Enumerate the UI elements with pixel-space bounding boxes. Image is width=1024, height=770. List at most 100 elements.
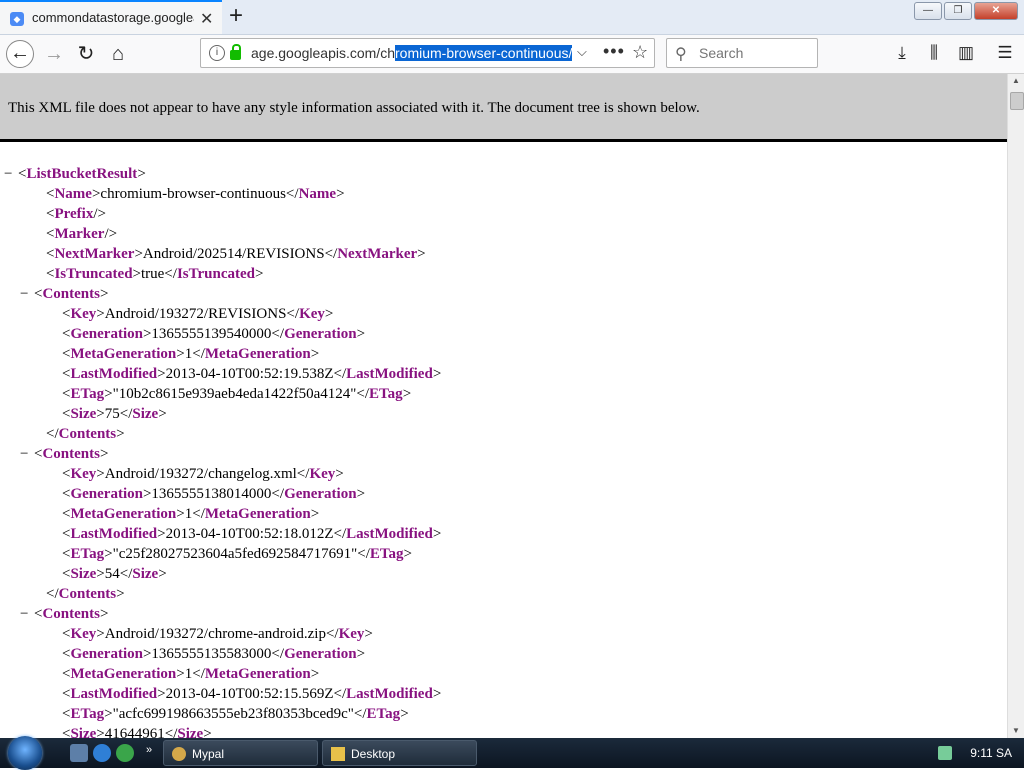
xml-tag-name: ETag [366, 706, 401, 722]
show-desktop-icon[interactable] [70, 744, 88, 762]
xml-tag-name: Name [54, 186, 92, 202]
globe-icon: ◆ [10, 12, 24, 26]
minimize-button[interactable]: — [914, 2, 942, 20]
xml-line: <ETag>"c25f28027523604a5fed692584717691"… [62, 544, 412, 564]
scrollbar-thumb[interactable] [1010, 92, 1024, 110]
xml-tag-name: Generation [284, 326, 357, 342]
xml-line: <Marker/> [46, 224, 117, 244]
xml-tag-name: IsTruncated [54, 266, 133, 282]
reload-button[interactable]: ↻ [72, 40, 100, 68]
xml-tag-name: ETag [369, 546, 404, 562]
library-icon[interactable]: ⫼ [922, 41, 946, 65]
xml-line: <Name>chromium-browser-continuous</Name> [46, 184, 345, 204]
lock-icon[interactable] [230, 44, 241, 60]
xml-text: >Android/193272/chrome-android.zip</ [96, 626, 339, 642]
xml-line: <Generation>1365555135583000</Generation… [62, 644, 365, 664]
internet-explorer-icon[interactable] [93, 744, 111, 762]
xml-tag-name: NextMarker [337, 246, 418, 262]
xml-tag-name: Size [132, 566, 159, 582]
xml-text: >1365555138014000</ [142, 486, 285, 502]
url-text[interactable]: age.googleapis.com/chromium-browser-cont… [251, 45, 573, 61]
xml-tag-name: NextMarker [54, 246, 135, 262]
xml-text: >"c25f28027523604a5fed692584717691"</ [104, 546, 370, 562]
xml-text: > [417, 246, 426, 262]
xml-line: <LastModified>2013-04-10T00:52:19.538Z</… [62, 364, 441, 384]
browser-tab[interactable]: ◆ commondatastorage.googleapis.com/chrom… [0, 0, 222, 34]
xml-text: </ [46, 586, 59, 602]
bookmark-star-icon[interactable]: ☆ [632, 42, 648, 63]
new-tab-button[interactable]: + [229, 2, 243, 30]
back-button[interactable]: ← [6, 40, 34, 68]
collapse-toggle[interactable]: − [4, 164, 18, 184]
network-icon[interactable] [938, 746, 952, 760]
tab-title: commondatastorage.googleapis.com/chromiu… [32, 10, 194, 25]
url-selected-text: romium-browser-continuous/ [395, 45, 573, 61]
xml-text: > [116, 426, 125, 442]
xml-text: >75</ [96, 406, 133, 422]
xml-tag-name: ETag [369, 386, 403, 402]
collapse-toggle[interactable]: − [20, 284, 34, 304]
scroll-down-icon[interactable]: ▼ [1008, 724, 1024, 738]
xml-text: > [99, 446, 109, 462]
menu-icon[interactable]: ☰ [993, 41, 1017, 65]
xml-tag-name: Generation [70, 646, 143, 662]
chevron-down-icon[interactable]: ⌵ [577, 44, 587, 60]
collapse-toggle[interactable]: − [20, 604, 34, 624]
clock[interactable]: 9:11 SA [970, 738, 1012, 768]
xml-text: /> [104, 226, 118, 242]
xml-text: >1</ [176, 506, 205, 522]
download-icon[interactable]: ⤓ [890, 41, 914, 65]
xml-tag-name: Size [70, 406, 97, 422]
forward-button[interactable]: → [40, 40, 68, 68]
xml-text: > [402, 386, 412, 402]
scroll-up-icon[interactable]: ▲ [1008, 74, 1024, 88]
xml-line: <NextMarker>Android/202514/REVISIONS</Ne… [46, 244, 426, 264]
xml-line: <Size>41644961</Size> [62, 724, 212, 738]
url-bar[interactable]: i age.googleapis.com/chromium-browser-co… [200, 38, 655, 68]
search-input[interactable] [697, 44, 811, 62]
xml-text: > [335, 466, 344, 482]
xml-tag-name: Key [338, 626, 365, 642]
xml-tag-name: Name [298, 186, 337, 202]
chevron-right-icon[interactable]: » [146, 744, 152, 756]
sidebar-icon[interactable]: ▥ [954, 41, 978, 65]
xml-tag-name: Key [70, 626, 97, 642]
xml-line: <Key>Android/193272/REVISIONS</Key> [62, 304, 333, 324]
taskbar-item-desktop[interactable]: Desktop [322, 740, 477, 766]
taskbar-item-mypal[interactable]: Mypal [163, 740, 318, 766]
more-actions-icon[interactable]: ••• [603, 41, 625, 62]
mypal-icon [172, 747, 186, 761]
xml-tag-name: LastModified [346, 366, 433, 382]
xml-tag-name: MetaGeneration [204, 666, 311, 682]
xml-tag-name: Generation [284, 646, 357, 662]
xml-tag-name: ETag [70, 546, 105, 562]
search-box[interactable]: ⚲ [666, 38, 818, 68]
tab-close-icon[interactable]: ✕ [200, 9, 213, 29]
xml-text: > [158, 566, 167, 582]
xml-tag-name: LastModified [70, 366, 158, 382]
xml-line: <ETag>"acfc699198663555eb23f80353bced9c"… [62, 704, 409, 724]
xml-line: <Size>75</Size> [62, 404, 167, 424]
xml-text: >1</ [176, 666, 205, 682]
xml-tag-name: MetaGeneration [204, 506, 311, 522]
info-icon[interactable]: i [209, 45, 225, 61]
taskbar-item-label: Desktop [351, 747, 396, 761]
xml-text: >Android/193272/REVISIONS</ [96, 306, 300, 322]
xml-tag-name: Size [70, 566, 97, 582]
xml-tag-name: Contents [42, 286, 100, 302]
start-button[interactable] [8, 736, 42, 770]
browser-quicklaunch-icon[interactable] [116, 744, 134, 762]
xml-line: </Contents> [46, 424, 125, 444]
xml-line: <MetaGeneration>1</MetaGeneration> [62, 504, 319, 524]
maximize-button[interactable]: ❐ [944, 2, 972, 20]
xml-line: − <ListBucketResult> [4, 164, 146, 184]
window-controls: — ❐ ✕ [914, 2, 1018, 20]
xml-style-notice: This XML file does not appear to have an… [0, 74, 1007, 142]
vertical-scrollbar[interactable]: ▲ ▼ [1007, 74, 1024, 738]
xml-text: >Android/193272/changelog.xml</ [96, 466, 310, 482]
xml-tag-name: Contents [42, 606, 100, 622]
home-button[interactable]: ⌂ [104, 40, 132, 68]
close-window-button[interactable]: ✕ [974, 2, 1018, 20]
xml-text: > [255, 266, 264, 282]
collapse-toggle[interactable]: − [20, 444, 34, 464]
